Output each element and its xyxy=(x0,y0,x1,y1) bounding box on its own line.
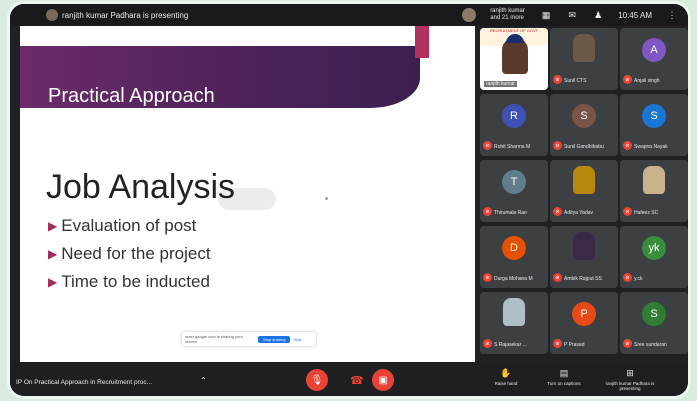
mic-muted-icon: ⊘ xyxy=(553,207,562,216)
speaker-video xyxy=(502,34,528,74)
participant-tile[interactable]: R ⊘ Rohit Sharma M xyxy=(480,94,548,156)
participant-name: Hafeez SC xyxy=(634,210,659,216)
mic-muted-icon: ⊘ xyxy=(623,75,632,84)
mic-muted-icon: ⊘ xyxy=(553,273,562,282)
chat-icon[interactable]: ✉ xyxy=(566,9,578,21)
more-icon[interactable]: ⋮ xyxy=(666,9,678,21)
participant-tile[interactable]: D ⊘ Durga Mohana M xyxy=(480,226,548,288)
participant-tile[interactable]: ⊘ Ambik Rajput SS xyxy=(550,226,618,288)
participant-initial-avatar: P xyxy=(572,302,596,326)
participant-initial-avatar: yk xyxy=(642,236,666,260)
participant-photo xyxy=(573,232,595,260)
cursor-dot xyxy=(325,197,328,200)
slide-heading: Job Analysis xyxy=(46,168,235,206)
participant-name: Sunil Gandhibabu xyxy=(564,144,604,150)
participant-tile[interactable]: T ⊘ Thirumala Rao xyxy=(480,160,548,222)
mic-off-button[interactable]: 🎙 xyxy=(306,369,328,391)
bottom-bar: IP On Practical Approach in Recruitment … xyxy=(10,362,688,396)
bullet-arrow-icon: ▶ xyxy=(48,247,58,261)
people-icon[interactable]: ♟ xyxy=(592,9,604,21)
mic-muted-icon: ⊘ xyxy=(483,207,492,216)
captions-icon: ▤ xyxy=(559,368,569,378)
mic-muted-icon: ⊘ xyxy=(483,141,492,150)
layout-icon[interactable]: ▦ xyxy=(540,9,552,21)
slide-accent-bar xyxy=(415,26,429,58)
stop-sharing-button[interactable]: Stop sharing xyxy=(258,335,291,343)
presenting-button[interactable]: ⊞ ranjith kumar Padhara is presenting xyxy=(600,368,660,391)
mic-muted-icon: ⊘ xyxy=(483,339,492,348)
participant-photo xyxy=(643,166,665,194)
slide-title: Practical Approach xyxy=(48,85,215,107)
participant-tile[interactable]: S ⊘ Sunil Gandhibabu xyxy=(550,94,618,156)
participant-photo xyxy=(503,298,525,326)
share-message: meet.google.com is sharing your screen. xyxy=(185,334,243,344)
participant-initial-avatar: S xyxy=(642,302,666,326)
mic-muted-icon: ⊘ xyxy=(553,339,562,348)
participant-tile[interactable]: ⊘ Sunil CTS xyxy=(550,28,618,90)
participant-name: Ambik Rajput SS xyxy=(564,276,602,282)
participant-name: Sree sundaran xyxy=(634,342,667,348)
meeting-title[interactable]: IP On Practical Approach in Recruitment … xyxy=(16,379,152,386)
mic-muted-icon: ⊘ xyxy=(483,273,492,282)
participant-name: Thirumala Rao xyxy=(494,210,527,216)
participant-initial-avatar: D xyxy=(502,236,526,260)
participant-tile[interactable]: ⊘ Aditya Yadav xyxy=(550,160,618,222)
participant-initial-avatar: S xyxy=(572,104,596,128)
others-count: ranjith kumar and 21 more xyxy=(490,8,525,21)
participant-initial-avatar: T xyxy=(502,170,526,194)
participant-tile[interactable]: RECRUITMENT OF GOVT ranjith kumar xyxy=(480,28,548,90)
bullet-arrow-icon: ▶ xyxy=(48,219,58,233)
mic-muted-icon: ⊘ xyxy=(623,141,632,150)
mic-muted-icon: ⊘ xyxy=(553,75,562,84)
participant-initial-avatar: R xyxy=(502,104,526,128)
bullet-item: ▶ Time to be inducted xyxy=(48,272,210,291)
participant-initial-avatar: A xyxy=(642,38,666,62)
screen-share-notice: meet.google.com is sharing your screen. … xyxy=(182,332,316,346)
mic-muted-icon: ⊘ xyxy=(623,207,632,216)
participant-tile[interactable]: ⊘ S Rajasekar ... xyxy=(480,292,548,354)
participant-tile[interactable]: A ⊘ Anjali singh xyxy=(620,28,688,90)
end-call-icon[interactable]: ☎ xyxy=(350,374,364,387)
captions-button[interactable]: ▤ Turn on captions xyxy=(540,368,588,386)
camera-off-button[interactable]: ▣ xyxy=(372,369,394,391)
participant-photo xyxy=(573,166,595,194)
top-right-controls: ranjith kumar and 21 more ▦ ✉ ♟ 10:45 AM… xyxy=(462,7,678,23)
participant-tile[interactable]: ⊘ Hafeez SC xyxy=(620,160,688,222)
participant-name: Sunil CTS xyxy=(564,78,587,84)
mic-muted-icon: ⊘ xyxy=(623,339,632,348)
meet-window: ranjith kumar Padhara is presenting ranj… xyxy=(10,4,688,396)
participant-name: Aditya Yadav xyxy=(564,210,594,216)
present-icon: ⊞ xyxy=(626,368,634,378)
bullet-item: ▶ Need for the project xyxy=(48,244,211,263)
participant-name: Rohit Sharma M xyxy=(494,144,531,150)
shared-slide: Practical Approach Job Analysis ▶ Evaluat… xyxy=(20,26,475,362)
presenting-status: ranjith kumar Padhara is presenting xyxy=(62,11,189,20)
participant-tile[interactable]: S ⊘ Swapna Nayak xyxy=(620,94,688,156)
slide-bullets: ▶ Evaluation of post ▶ Need for the projec… xyxy=(48,212,211,296)
clock: 10:45 AM xyxy=(618,10,652,20)
hand-icon: ✋ xyxy=(500,368,512,378)
participant-initial-avatar: S xyxy=(642,104,666,128)
participant-name: y.ck xyxy=(634,276,643,282)
participant-tile[interactable]: S ⊘ Sree sundaran xyxy=(620,292,688,354)
presenter-avatar xyxy=(46,9,58,21)
top-bar: ranjith kumar Padhara is presenting ranj… xyxy=(10,4,688,26)
participant-name: ranjith kumar xyxy=(484,81,517,87)
participant-name: P Prasad xyxy=(564,342,585,348)
participant-name: S Rajasekar ... xyxy=(494,342,527,348)
participant-tile[interactable]: yk ⊘ y.ck xyxy=(620,226,688,288)
mic-muted-icon: ⊘ xyxy=(553,141,562,150)
participant-name: Swapna Nayak xyxy=(634,144,668,150)
participant-name: Anjali singh xyxy=(634,78,660,84)
participant-tile[interactable]: P ⊘ P Prasad xyxy=(550,292,618,354)
mic-muted-icon: ⊘ xyxy=(623,273,632,282)
hide-button[interactable]: Hide xyxy=(293,337,301,342)
participant-name: Durga Mohana M xyxy=(494,276,533,282)
bullet-arrow-icon: ▶ xyxy=(48,275,58,289)
raise-hand-button[interactable]: ✋ Raise hand xyxy=(482,368,530,386)
participant-avatar xyxy=(462,8,477,22)
bullet-item: ▶ Evaluation of post xyxy=(48,216,197,235)
chevron-up-icon[interactable]: ⌃ xyxy=(200,376,207,385)
participant-photo xyxy=(573,34,595,62)
